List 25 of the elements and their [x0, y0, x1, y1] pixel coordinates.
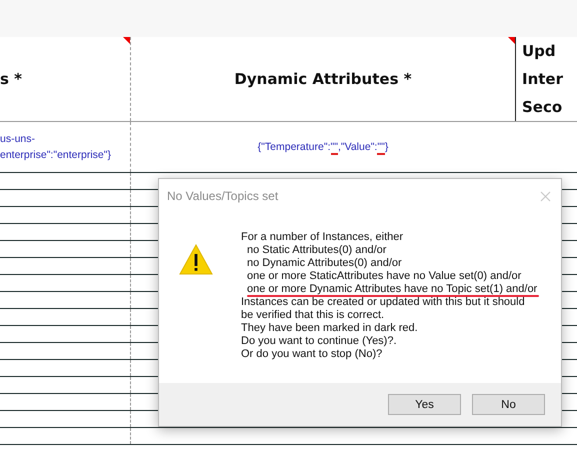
message-text: one or more Dynamic Attributes have no Topic set(1) and/or — [247, 284, 538, 295]
column-header: Upd — [522, 41, 556, 62]
column-header: Dynamic Attributes * — [234, 69, 412, 90]
close-icon[interactable] — [540, 190, 551, 202]
column-header: Seco — [522, 97, 562, 118]
comment-marker-icon — [508, 37, 515, 44]
comment-marker-icon — [123, 37, 130, 44]
message-text: no Static Attributes(0) and/or — [247, 245, 386, 256]
warning-icon — [179, 244, 213, 275]
table-cell-text: us-uns- — [0, 132, 36, 147]
message-text: Or do you want to stop (No)? — [241, 349, 382, 360]
column-header: Inter — [522, 69, 564, 90]
message-text: Instances can be created or updated with this but it should — [241, 297, 525, 308]
column-header: s * — [0, 69, 22, 90]
message-text: no Dynamic Attributes(0) and/or — [247, 258, 402, 269]
table-cell-text: enterprise":"enterprise"} — [0, 148, 111, 163]
message-text: one or more StaticAttributes have no Value set(0) and/or — [247, 271, 522, 282]
dialog-title: No Values/Topics set — [167, 189, 278, 203]
dialog-button[interactable]: Yes — [388, 394, 461, 415]
table-cell-text: {"Temperature":"","Value":""} — [258, 140, 388, 155]
message-text: Do you want to continue (Yes)?. — [241, 336, 397, 347]
message-text: For a number of Instances, either — [241, 232, 404, 243]
dialog-button[interactable]: No — [472, 394, 545, 415]
message-text: They have been marked in dark red. — [241, 323, 418, 334]
message-text: be verified that this is correct. — [241, 310, 384, 321]
